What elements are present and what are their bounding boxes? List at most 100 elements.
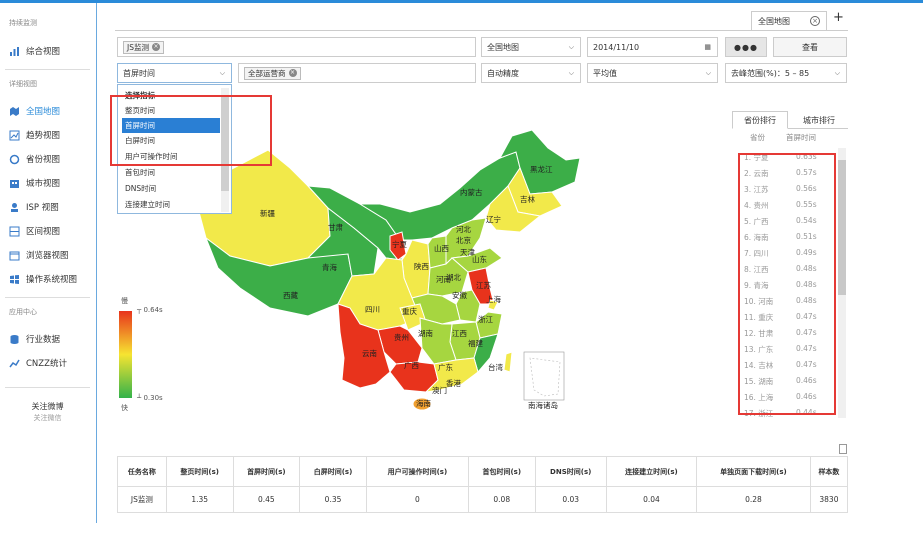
sidebar-section-detail: 详细视图 [9, 80, 37, 88]
sidebar-item-label: 综合视图 [26, 47, 61, 57]
table-cell: 0.45 [232, 486, 301, 513]
tab-national-map[interactable]: 全国地图 × [751, 11, 827, 31]
isp-select[interactable]: 全部运营商 × [238, 63, 476, 83]
sidebar-item-label: 行业数据 [26, 335, 61, 345]
tab-province-ranking[interactable]: 省份排行 [732, 111, 788, 129]
close-icon[interactable]: × [810, 16, 820, 26]
table-header: 首包时间(s) [467, 456, 536, 487]
map-region-hunan[interactable] [419, 317, 457, 365]
dropdown-item[interactable]: 连接建立时间 [122, 197, 220, 212]
ranking-scroll-thumb[interactable] [838, 160, 846, 295]
map-label: 安徽 [452, 290, 467, 300]
map-label: 重庆 [402, 306, 417, 316]
map-label: 上海 [486, 294, 501, 304]
map-icon [9, 106, 20, 117]
map-label: 浙江 [478, 314, 493, 324]
map-label: 内蒙古 [460, 187, 483, 197]
sidebar-item-label: 全国地图 [26, 107, 61, 117]
sidebar-item-industry[interactable]: 行业数据 [9, 331, 60, 347]
follow-weibo-link[interactable]: 关注微博 [0, 401, 95, 412]
table-header: 白屏时间(s) [299, 456, 367, 487]
browser-icon [9, 250, 20, 261]
map-region-taiwan[interactable] [503, 351, 513, 373]
top-accent-bar [0, 0, 923, 3]
province-icon [9, 154, 20, 165]
sidebar-item-os[interactable]: 操作系统视图 [9, 271, 77, 287]
sidebar-item-label: 趋势视图 [26, 131, 61, 141]
city-icon [9, 178, 20, 189]
table-cell: 0.28 [696, 486, 811, 513]
calendar-icon[interactable]: ▦ [704, 43, 711, 51]
legend-max-label: 慢 [121, 297, 128, 305]
date-field[interactable]: 2014/11/10 ▦ [587, 37, 718, 57]
peak-range-select[interactable]: 去峰范围(%)：5 – 85 ⌵ [725, 63, 847, 83]
remove-tag-icon[interactable]: × [151, 43, 160, 51]
chevron-down-icon: ⌵ [705, 69, 711, 77]
table-header-row: 任务名称 整页时间(s) 首屏时间(s) 白屏时间(s) 用户可操作时间(s) … [117, 456, 849, 487]
sidebar-item-national-map[interactable]: 全国地图 [9, 103, 60, 119]
metric-select[interactable]: 首屏时间 ⌵ [117, 63, 232, 83]
map-label: 陕西 [414, 261, 429, 271]
chevron-down-icon: ⌵ [834, 69, 840, 77]
sidebar-item-overview[interactable]: 综合视图 [9, 43, 60, 59]
summary-table: 任务名称 整页时间(s) 首屏时间(s) 白屏时间(s) 用户可操作时间(s) … [117, 456, 849, 513]
tab-label: 全国地图 [758, 17, 790, 26]
tab-city-ranking[interactable]: 城市排行 [790, 111, 848, 129]
map-label: 广东 [438, 362, 453, 372]
sidebar-item-city[interactable]: 城市视图 [9, 175, 60, 191]
map-label: 四川 [365, 305, 380, 314]
database-icon [9, 334, 20, 345]
map-label: 海南 [416, 398, 431, 408]
sidebar-item-browser[interactable]: 浏览器视图 [9, 247, 69, 263]
isp-icon [9, 202, 20, 213]
aggregate-select[interactable]: 平均值 ⌵ [587, 63, 718, 83]
legend-gradient [119, 311, 132, 398]
export-icon[interactable] [839, 444, 847, 454]
sidebar-item-province[interactable]: 省份视图 [9, 151, 60, 167]
sidebar-divider [5, 297, 90, 298]
map-label: 辽宁 [486, 214, 501, 224]
highlight-box-dropdown [110, 95, 272, 166]
map-label: 云南 [362, 348, 377, 358]
sidebar-item-trend[interactable]: 趋势视图 [9, 127, 60, 143]
stats-icon [9, 358, 20, 369]
map-label: 青海 [322, 262, 337, 272]
view-button[interactable]: 查看 [773, 37, 847, 57]
table-header: 连接建立时间(s) [605, 456, 698, 487]
sidebar-item-label: 省份视图 [26, 155, 61, 165]
table-cell: 0.04 [605, 486, 698, 513]
sidebar-item-label: 区间视图 [26, 227, 61, 237]
chevron-down-icon: ⌵ [568, 43, 574, 51]
map-label: 南海诸岛 [528, 400, 558, 410]
more-options-button[interactable]: ●●● [725, 37, 767, 57]
region-select[interactable]: 全国地图 ⌵ [481, 37, 581, 57]
isp-tag: 全部运营商 × [244, 66, 301, 80]
legend-min-value-text: 0.30s [143, 394, 163, 402]
add-tab-button[interactable]: + [833, 10, 844, 25]
table-row: JS监测 1.35 0.45 0.35 0 0.08 0.03 0.04 0.2… [117, 486, 849, 513]
task-select[interactable]: JS监测 × [117, 37, 476, 57]
precision-select[interactable]: 自动精度 ⌵ [481, 63, 581, 83]
table-cell: 0.35 [299, 486, 367, 513]
sidebar-item-label: ISP 视图 [26, 203, 59, 213]
sidebar-item-cnzz[interactable]: CNZZ统计 [9, 355, 67, 371]
ranking-header-province: 省份 [750, 133, 765, 142]
map-label: 西藏 [283, 290, 298, 300]
map-label: 甘肃 [328, 222, 343, 232]
legend-min-value: ┴ 0.30s [137, 394, 163, 402]
map-label: 广西 [404, 360, 419, 370]
sidebar-section-apps: 应用中心 [9, 308, 37, 316]
remove-tag-icon[interactable]: × [288, 69, 297, 77]
dropdown-item[interactable]: DNS时间 [122, 181, 220, 196]
highlight-box-ranking [738, 153, 836, 415]
sidebar-item-range[interactable]: 区间视图 [9, 223, 60, 239]
dropdown-item[interactable]: 首包时间 [122, 165, 220, 180]
chevron-down-icon: ⌵ [568, 69, 574, 77]
sidebar-item-label: 城市视图 [26, 179, 61, 189]
follow-wechat-link[interactable]: 关注微信 [0, 413, 95, 423]
table-cell: JS监测 [117, 486, 167, 513]
table-cell: 0.08 [467, 486, 536, 513]
range-icon [9, 226, 20, 237]
map-label: 河南 [436, 274, 451, 284]
sidebar-item-isp[interactable]: ISP 视图 [9, 199, 59, 215]
